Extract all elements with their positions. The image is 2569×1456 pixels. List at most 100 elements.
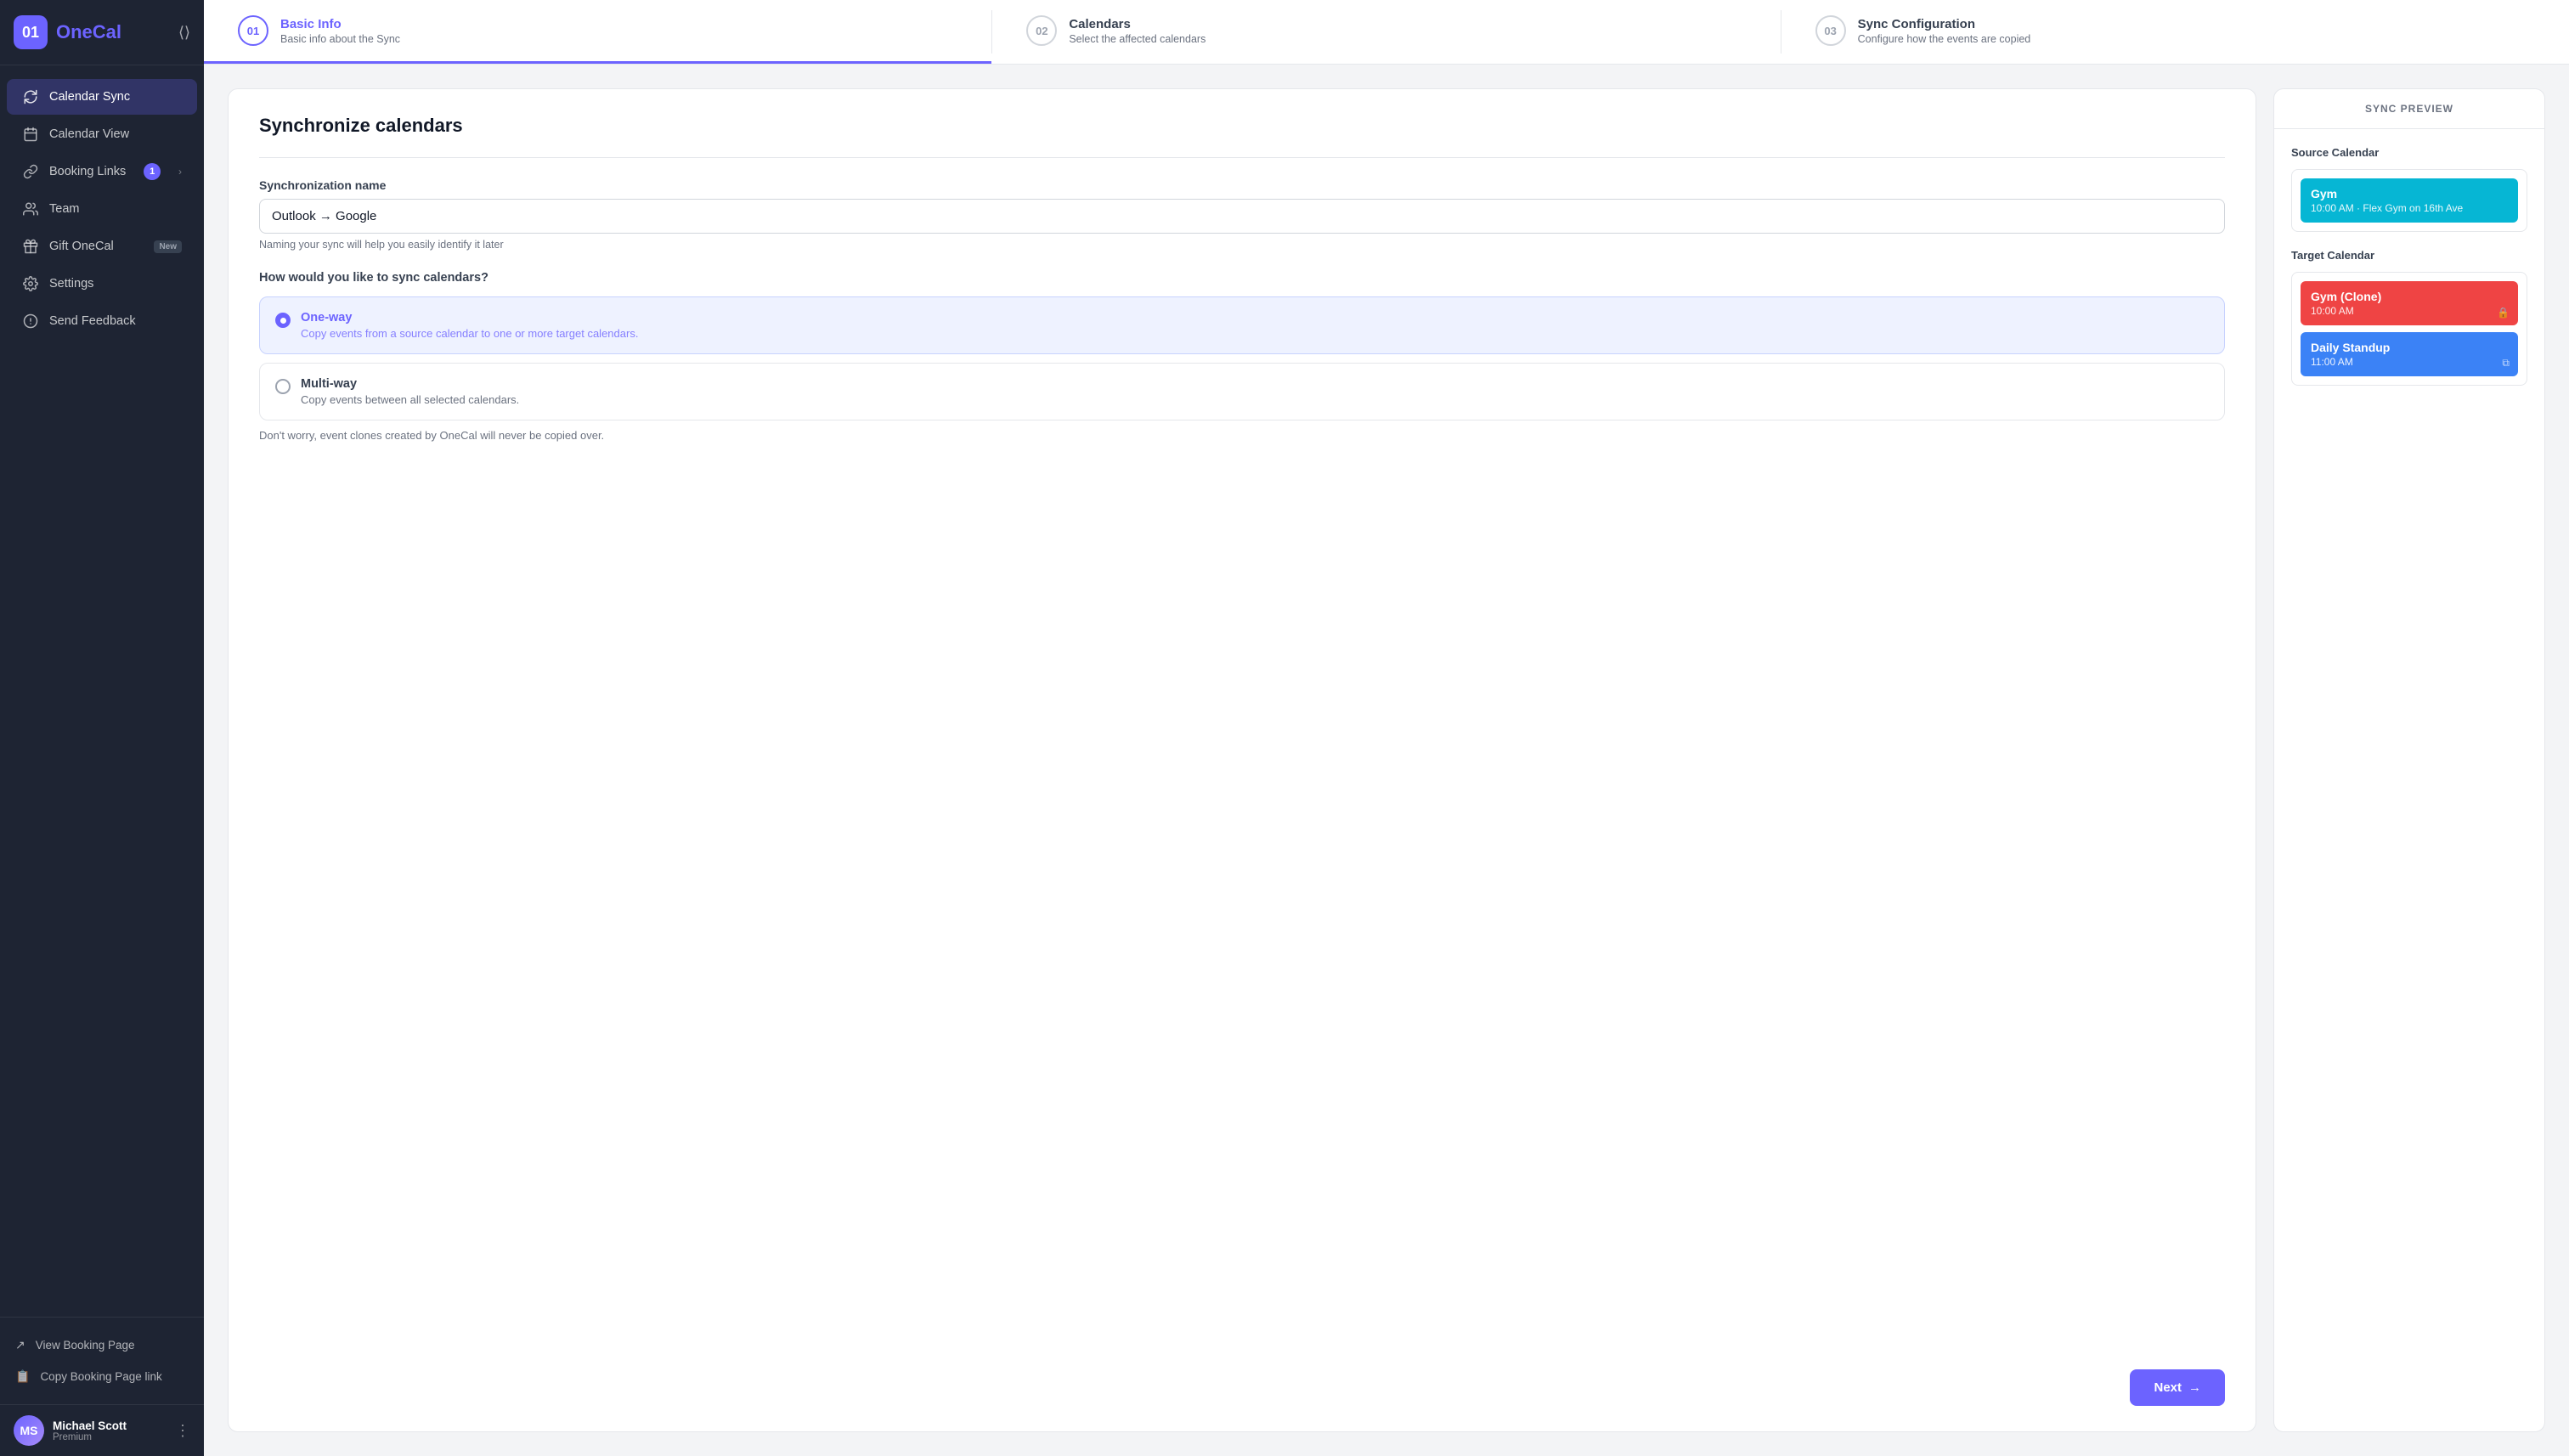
step-calendars[interactable]: 02 Calendars Select the affected calenda… xyxy=(992,0,1780,64)
stepper: 01 Basic Info Basic info about the Sync … xyxy=(204,0,2569,65)
user-tier: Premium xyxy=(53,1432,167,1442)
source-event-sub: 10:00 AM · Flex Gym on 16th Ave xyxy=(2311,202,2508,214)
multi-way-text: Multi-way Copy events between all select… xyxy=(301,377,519,406)
sync-type-section: How would you like to sync calendars? On… xyxy=(259,271,2225,442)
source-event-title: Gym xyxy=(2311,187,2508,200)
multi-way-desc: Copy events between all selected calenda… xyxy=(301,393,519,406)
preview-header: SYNC PREVIEW xyxy=(2274,89,2544,129)
sync-type-label: How would you like to sync calendars? xyxy=(259,271,2225,285)
form-card: Synchronize calendars Synchronization na… xyxy=(228,88,2256,1432)
sidebar-item-label: Send Feedback xyxy=(49,314,136,328)
sidebar-item-team[interactable]: Team xyxy=(7,191,197,227)
step-info-1: Basic Info Basic info about the Sync xyxy=(280,17,400,45)
team-icon xyxy=(22,200,39,217)
target-calendar-box: Gym (Clone) 10:00 AM 🔒 Daily Standup 11:… xyxy=(2291,272,2527,386)
one-way-radio-dot xyxy=(280,318,286,324)
external-link-icon: ↗ xyxy=(15,1338,25,1352)
content-area: Synchronize calendars Synchronization na… xyxy=(204,65,2569,1456)
logo-one: One xyxy=(56,21,93,42)
sidebar-item-booking-links[interactable]: Booking Links 1 › xyxy=(7,154,197,189)
booking-links-icon xyxy=(22,163,39,180)
copy-booking-link[interactable]: 📋 Copy Booking Page link xyxy=(0,1361,204,1392)
sync-name-label: Synchronization name xyxy=(259,178,2225,192)
form-actions: Next → xyxy=(259,1369,2225,1406)
user-info: Michael Scott Premium xyxy=(53,1419,167,1442)
target-calendar-label: Target Calendar xyxy=(2291,249,2527,262)
target-event-sub-1: 10:00 AM xyxy=(2311,305,2508,317)
gift-icon xyxy=(22,238,39,255)
target-event-daily-standup: Daily Standup 11:00 AM ⧉ xyxy=(2301,332,2518,376)
step-info-2: Calendars Select the affected calendars xyxy=(1069,17,1205,45)
collapse-sidebar-icon[interactable]: ⟨⟩ xyxy=(178,24,190,42)
step-basic-info[interactable]: 01 Basic Info Basic info about the Sync xyxy=(204,0,991,64)
sync-name-input[interactable] xyxy=(259,199,2225,234)
next-label: Next xyxy=(2154,1380,2182,1395)
source-event-gym: Gym 10:00 AM · Flex Gym on 16th Ave xyxy=(2301,178,2518,223)
form-title: Synchronize calendars xyxy=(259,115,2225,137)
step-title-3: Sync Configuration xyxy=(1858,17,2031,31)
next-arrow-icon: → xyxy=(2188,1380,2201,1395)
one-way-radio[interactable] xyxy=(275,313,291,328)
clone-icon: ⧉ xyxy=(2502,357,2510,370)
sidebar-item-label: Calendar View xyxy=(49,127,129,141)
sidebar-item-label: Booking Links xyxy=(49,165,126,178)
step-sync-config[interactable]: 03 Sync Configuration Configure how the … xyxy=(1781,0,2569,64)
logo-two: Cal xyxy=(93,21,121,42)
copy-icon: 📋 xyxy=(15,1369,30,1384)
avatar: MS xyxy=(14,1415,44,1446)
form-divider xyxy=(259,157,2225,158)
main-content: 01 Basic Info Basic info about the Sync … xyxy=(204,0,2569,1456)
gift-new-badge: New xyxy=(154,240,182,253)
user-name: Michael Scott xyxy=(53,1419,167,1432)
sidebar-item-send-feedback[interactable]: Send Feedback xyxy=(7,303,197,339)
sidebar-item-label: Team xyxy=(49,202,79,216)
one-way-option[interactable]: One-way Copy events from a source calend… xyxy=(259,296,2225,354)
target-event-title-2: Daily Standup xyxy=(2311,341,2508,354)
booking-links-arrow-icon: › xyxy=(178,166,182,178)
lock-icon: 🔒 xyxy=(2497,307,2510,319)
preview-body: Source Calendar Gym 10:00 AM · Flex Gym … xyxy=(2274,129,2544,1431)
source-calendar-label: Source Calendar xyxy=(2291,146,2527,159)
sidebar-logo: 01 OneCal ⟨⟩ xyxy=(0,0,204,65)
settings-icon xyxy=(22,275,39,292)
sidebar-item-calendar-sync[interactable]: Calendar Sync xyxy=(7,79,197,115)
step-title-2: Calendars xyxy=(1069,17,1205,31)
logo-text: OneCal xyxy=(56,21,121,43)
next-button[interactable]: Next → xyxy=(2130,1369,2225,1406)
target-event-gym-clone: Gym (Clone) 10:00 AM 🔒 xyxy=(2301,281,2518,325)
booking-links-badge: 1 xyxy=(144,163,161,180)
user-more-icon[interactable]: ⋮ xyxy=(175,1422,190,1440)
feedback-icon xyxy=(22,313,39,330)
view-booking-page-label: View Booking Page xyxy=(36,1339,135,1352)
target-event-sub-2: 11:00 AM xyxy=(2311,356,2508,368)
multi-way-radio[interactable] xyxy=(275,379,291,394)
sidebar-nav: Calendar Sync Calendar View Booking Link… xyxy=(0,65,204,1317)
one-way-desc: Copy events from a source calendar to on… xyxy=(301,327,638,340)
step-info-3: Sync Configuration Configure how the eve… xyxy=(1858,17,2031,45)
multi-way-title: Multi-way xyxy=(301,377,519,391)
sync-name-field: Synchronization name Naming your sync wi… xyxy=(259,178,2225,251)
one-way-title: One-way xyxy=(301,311,638,324)
step-subtitle-2: Select the affected calendars xyxy=(1069,33,1205,45)
sidebar-item-label: Calendar Sync xyxy=(49,90,130,104)
sidebar-item-label: Gift OneCal xyxy=(49,240,114,253)
view-booking-page-link[interactable]: ↗ View Booking Page xyxy=(0,1329,204,1361)
one-way-text: One-way Copy events from a source calend… xyxy=(301,311,638,340)
sidebar-bottom: ↗ View Booking Page 📋 Copy Booking Page … xyxy=(0,1317,204,1404)
sidebar-item-calendar-view[interactable]: Calendar View xyxy=(7,116,197,152)
step-number-1: 01 xyxy=(238,15,268,46)
copy-booking-label: Copy Booking Page link xyxy=(40,1370,161,1383)
preview-panel: SYNC PREVIEW Source Calendar Gym 10:00 A… xyxy=(2273,88,2545,1432)
step-number-3: 03 xyxy=(1815,15,1846,46)
step-subtitle-3: Configure how the events are copied xyxy=(1858,33,2031,45)
clone-notice: Don't worry, event clones created by One… xyxy=(259,429,2225,442)
step-subtitle-1: Basic info about the Sync xyxy=(280,33,400,45)
sidebar-item-settings[interactable]: Settings xyxy=(7,266,197,302)
logo-badge: 01 xyxy=(14,15,48,49)
step-title-1: Basic Info xyxy=(280,17,400,31)
sync-name-hint: Naming your sync will help you easily id… xyxy=(259,239,2225,251)
multi-way-option[interactable]: Multi-way Copy events between all select… xyxy=(259,363,2225,420)
sidebar-item-gift-onecal[interactable]: Gift OneCal New xyxy=(7,229,197,264)
calendar-view-icon xyxy=(22,126,39,143)
calendar-sync-icon xyxy=(22,88,39,105)
